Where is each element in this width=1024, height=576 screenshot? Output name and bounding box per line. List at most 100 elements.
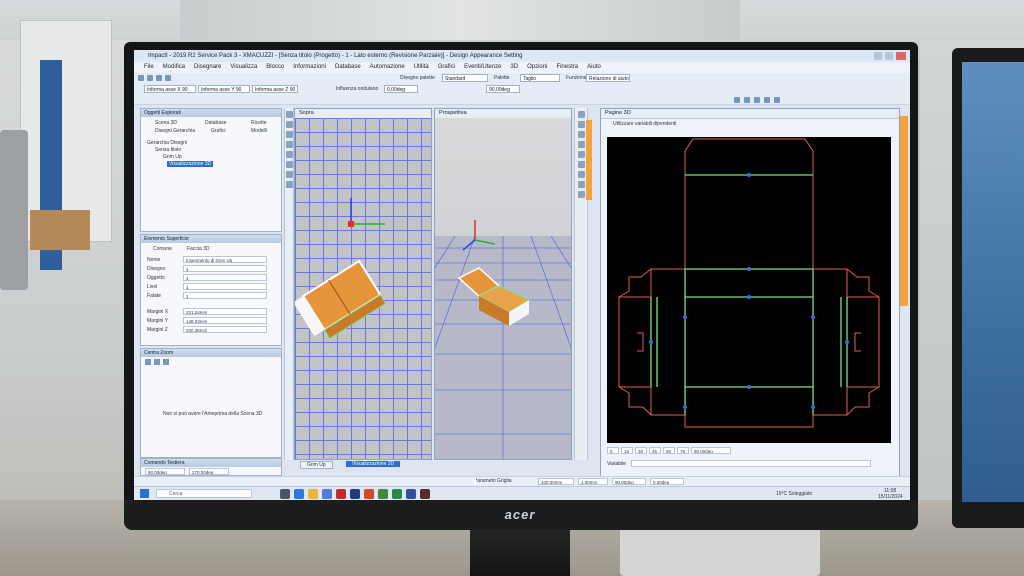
maximize-icon[interactable]	[885, 52, 893, 60]
store-icon[interactable]	[322, 489, 332, 499]
page-control-6[interactable]: 90,00deg	[691, 447, 731, 454]
palette-select[interactable]: Taglio	[520, 74, 560, 82]
grid-param-4[interactable]: 0,00deg	[650, 478, 684, 485]
menu-item-3[interactable]: Visualizza	[230, 64, 257, 70]
tool-copy-icon[interactable]	[285, 161, 293, 168]
tool-line-icon[interactable]	[285, 121, 293, 128]
top-view[interactable]: Sopra	[294, 108, 432, 460]
fit-icon[interactable]	[764, 97, 770, 103]
menu-item-9[interactable]: Grafici	[438, 64, 455, 70]
tree-item-3d-view[interactable]: Visualizzazione 3D	[167, 161, 214, 167]
photoshop-icon[interactable]	[350, 489, 360, 499]
zoom-in-icon[interactable]	[145, 359, 151, 365]
acrobat-icon[interactable]	[336, 489, 346, 499]
menu-item-0[interactable]: File	[144, 64, 154, 70]
property-value[interactable]: 221,24mm	[183, 308, 267, 315]
zoom-fit-icon[interactable]	[163, 359, 169, 365]
command-value2[interactable]: 270,00deg	[189, 468, 229, 475]
grid-param-3[interactable]: 90,00deg	[612, 478, 646, 485]
menu-item-2[interactable]: Disegnare	[194, 64, 221, 70]
property-value[interactable]: Inserimento di Grim Up	[183, 256, 267, 263]
page-control-2[interactable]: 30	[635, 447, 647, 454]
menu-item-5[interactable]: Informazioni	[293, 64, 326, 70]
grid-param-2[interactable]: 1,00mm	[578, 478, 608, 485]
grid-param-1[interactable]: 100,00mm	[538, 478, 574, 485]
perspective-view[interactable]: Prospettiva	[434, 108, 572, 460]
open-file-icon[interactable]	[147, 75, 153, 81]
explorer-btn-database[interactable]: Database	[205, 120, 226, 126]
minimize-icon[interactable]	[874, 52, 882, 60]
menu-item-12[interactable]: Opzioni	[527, 64, 547, 70]
axis-x-field[interactable]: Informa asse X 90	[144, 85, 196, 93]
property-value[interactable]: 148,23mm	[183, 317, 267, 324]
menu-item-7[interactable]: Automazione	[370, 64, 405, 70]
os-search-box[interactable]: Cerca	[156, 489, 252, 498]
properties-tab-common[interactable]: Comune	[153, 246, 172, 252]
menu-item-13[interactable]: Finestra	[556, 64, 578, 70]
explorer-btn-charts[interactable]: Grafici	[211, 128, 225, 134]
menu-item-1[interactable]: Modifica	[163, 64, 185, 70]
page-control-1[interactable]: 15	[621, 447, 633, 454]
print-icon[interactable]	[165, 75, 171, 81]
tree-item-untitled[interactable]: Senza titolo	[155, 147, 181, 153]
tool-move-icon[interactable]	[285, 151, 293, 158]
page-control-5[interactable]: 75	[677, 447, 689, 454]
property-value[interactable]: 1	[183, 265, 267, 272]
tool-arc-icon[interactable]	[285, 131, 293, 138]
fold-icon[interactable]	[577, 171, 585, 178]
tool-rect-icon[interactable]	[285, 141, 293, 148]
menu-item-10[interactable]: Eventi/Utenze	[464, 64, 501, 70]
office-icon[interactable]	[364, 489, 374, 499]
rotate-icon[interactable]	[754, 97, 760, 103]
inherit-checkbox-label[interactable]: Utilizzare variabili dipendenti	[613, 121, 676, 127]
variable-field[interactable]	[631, 460, 871, 467]
view-side-icon[interactable]	[577, 131, 585, 138]
zoom-out-icon[interactable]	[154, 359, 160, 365]
menu-item-14[interactable]: Aiuto	[587, 64, 601, 70]
property-value[interactable]: 1	[183, 292, 267, 299]
pan-icon[interactable]	[744, 97, 750, 103]
style-select[interactable]: Standard	[442, 74, 488, 82]
axis-y-field[interactable]: Informa asse Y 90	[198, 85, 250, 93]
light-icon[interactable]	[577, 151, 585, 158]
view-iso-icon[interactable]	[577, 141, 585, 148]
tool-trim-icon[interactable]	[285, 181, 293, 188]
angle-field[interactable]: 90,00deg	[486, 85, 520, 93]
task-view-icon[interactable]	[280, 489, 290, 499]
app-green-icon[interactable]	[392, 489, 402, 499]
play-icon[interactable]	[577, 191, 585, 198]
view-top-icon[interactable]	[577, 111, 585, 118]
tree-item-grim-up[interactable]: Grim Up	[163, 154, 182, 160]
axis-z-field[interactable]: Informa asse Z 90	[252, 85, 298, 93]
dieline-canvas[interactable]	[607, 137, 891, 443]
tab-grim-up[interactable]: Grim Up	[300, 461, 333, 469]
property-value[interactable]: 1	[183, 274, 267, 281]
explorer-btn-scene[interactable]: Scena 3D	[155, 120, 177, 126]
influence-field[interactable]: 0,00deg	[384, 85, 418, 93]
unfold-icon[interactable]	[577, 181, 585, 188]
function-select[interactable]: Relazione di aiuto	[586, 74, 630, 82]
page-control-3[interactable]: 45	[649, 447, 661, 454]
right-side-tab[interactable]	[900, 116, 908, 306]
impact-app-icon[interactable]	[420, 489, 430, 499]
tool-select-icon[interactable]	[285, 111, 293, 118]
close-icon[interactable]	[896, 52, 906, 60]
cad-app-icon[interactable]	[406, 489, 416, 499]
explorer-btn-recipes[interactable]: Ricette	[251, 120, 267, 126]
page-control-4[interactable]: 60	[663, 447, 675, 454]
menu-item-6[interactable]: Database	[335, 64, 361, 70]
save-icon[interactable]	[156, 75, 162, 81]
command-value1[interactable]: 90,00deg	[145, 468, 185, 475]
zoom-icon[interactable]	[734, 97, 740, 103]
explorer-btn-hierarchy[interactable]: Disegni Gerarchia	[155, 128, 195, 134]
property-value[interactable]: 1	[183, 283, 267, 290]
page-control-0[interactable]: 0	[607, 447, 619, 454]
view-front-icon[interactable]	[577, 121, 585, 128]
edge-icon[interactable]	[294, 489, 304, 499]
properties-tab-face3d[interactable]: Faccia 3D	[187, 246, 210, 252]
chrome-icon[interactable]	[378, 489, 388, 499]
explorer-btn-models[interactable]: Modelli	[251, 128, 267, 134]
windows-start-icon[interactable]	[140, 489, 149, 498]
tab-3d-view[interactable]: Visualizzazione 3D	[346, 461, 401, 467]
render-icon[interactable]	[577, 161, 585, 168]
